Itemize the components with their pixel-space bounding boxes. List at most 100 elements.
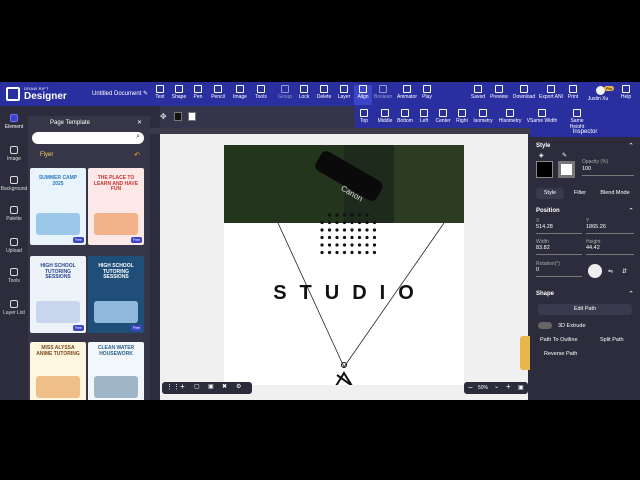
opacity-input[interactable]: 100 <box>582 166 634 176</box>
grid-icon[interactable]: ⋮⋮ <box>166 383 180 391</box>
stroke-color-swatch[interactable] <box>558 161 575 178</box>
align-left[interactable]: Left <box>417 109 431 129</box>
zoom-level[interactable]: 50% <box>478 385 488 391</box>
move-icon[interactable]: ✥ <box>160 112 167 121</box>
sidebar-item-background[interactable]: Background <box>0 176 28 192</box>
inspector-collapse-tab[interactable] <box>520 336 530 370</box>
studio-headline[interactable]: STUDIO <box>224 282 464 305</box>
grid-dot <box>372 235 377 240</box>
align-right[interactable]: Right <box>455 109 469 129</box>
export-ani-button[interactable]: Export ANI <box>538 85 564 105</box>
tool-layer[interactable]: Layer <box>336 85 352 105</box>
grid-dot <box>320 243 324 247</box>
sidebar-item-palette[interactable]: Palette <box>0 206 28 222</box>
split-path-button[interactable]: Split Path <box>600 337 624 343</box>
tool-delete[interactable]: Delete <box>314 85 334 105</box>
template-thumb[interactable]: THE PLACE TO LEARN AND HAVE FUN Free <box>88 168 144 245</box>
align-center-icon <box>439 109 447 117</box>
reverse-path-button[interactable]: Reverse Path <box>544 351 577 357</box>
page-copy-icon[interactable]: ▣ <box>208 383 214 390</box>
duplicate-page-icon[interactable]: ▢ <box>194 383 200 390</box>
grid-dot <box>335 243 339 247</box>
flip-vertical-icon[interactable]: ⇵ <box>622 268 627 275</box>
sidebar-item-tools[interactable]: Tools <box>0 268 28 284</box>
template-thumb[interactable]: SUMMER CAMP 2025 Free <box>30 168 86 245</box>
chevron-up-icon[interactable]: ⌃ <box>628 290 634 298</box>
isometry[interactable]: Isometry <box>471 109 495 129</box>
template-thumb[interactable]: HIGH SCHOOL TUTORING SESSIONS Free <box>30 256 86 333</box>
template-thumb[interactable]: HIGH SCHOOL TUTORING SESSIONS Free <box>88 256 144 333</box>
sidebar-item-image[interactable]: Image <box>0 146 28 162</box>
align-bottom[interactable]: Bottom <box>395 109 415 129</box>
dot-grid[interactable] <box>320 213 377 255</box>
fill-bucket-icon[interactable]: ◈ <box>539 152 544 159</box>
upload-icon <box>10 238 18 246</box>
rotation-dial[interactable] <box>588 264 602 278</box>
tool-tools[interactable]: Tools <box>252 85 270 105</box>
bottom-logo[interactable] <box>335 362 353 386</box>
same-height-icon <box>573 109 581 117</box>
fit-screen-icon[interactable]: ▣ <box>518 384 524 391</box>
y-input[interactable]: 1865.26 <box>586 224 634 234</box>
thumb-title: HIGH SCHOOL TUTORING SESSIONS <box>98 263 134 280</box>
tool-shape[interactable]: Shape <box>170 85 188 105</box>
template-thumb[interactable]: CLEAN WATER HOUSEWORK <box>88 342 144 400</box>
fill-color-swatch[interactable] <box>536 161 553 178</box>
tool-play[interactable]: Play <box>420 85 434 105</box>
page-settings-icon[interactable]: ⚙ <box>236 383 241 390</box>
tab-filter[interactable]: Filter <box>566 188 594 199</box>
chevron-down-icon[interactable]: ⌄ <box>494 383 499 390</box>
align-top[interactable]: Top <box>357 109 371 129</box>
template-search[interactable]: ⌕ <box>32 132 144 150</box>
tool-align[interactable]: Align <box>354 85 372 105</box>
trash-icon[interactable]: ✖ <box>222 383 227 390</box>
sidebar-item-layer-list[interactable]: Layer List <box>0 300 28 316</box>
align-middle[interactable]: Middle <box>375 109 395 129</box>
same-height[interactable]: Same Height <box>563 109 591 130</box>
x-input[interactable]: 514.28 <box>536 224 582 234</box>
rotation-input[interactable]: 0 <box>536 267 582 277</box>
tool-pencil[interactable]: Pencil <box>208 85 228 105</box>
document-name[interactable]: Untitled Document ✎ <box>92 90 148 97</box>
flip-horizontal-icon[interactable]: ⇋ <box>608 268 613 275</box>
search-input[interactable] <box>38 138 134 150</box>
fill-swatch[interactable] <box>174 112 182 121</box>
search-icon[interactable]: ⌕ <box>136 133 140 141</box>
align-center[interactable]: Center <box>433 109 453 129</box>
tool-lock[interactable]: Lock <box>296 85 312 105</box>
tool-group[interactable]: Group <box>276 85 294 105</box>
tool-boolean[interactable]: Boolean <box>373 85 393 105</box>
artboard[interactable]: Canon STUDIO <box>224 145 464 385</box>
sidebar-item-element[interactable]: Element <box>0 114 28 130</box>
template-thumb[interactable]: MISS ALYSSA ANIME TUTORING <box>30 342 86 400</box>
edit-path-button[interactable]: Edit Path <box>538 304 632 315</box>
download-button[interactable]: Download <box>511 85 537 105</box>
width-input[interactable]: 83.82 <box>536 245 582 255</box>
back-arrow-icon[interactable]: ↶ <box>134 151 140 159</box>
zoom-out-icon[interactable]: − <box>468 383 473 392</box>
tab-blend-mode[interactable]: Blend Mode <box>594 188 636 199</box>
path-to-outline-button[interactable]: Path To Outline <box>540 337 578 343</box>
sidebar-item-upload[interactable]: Upload <box>0 238 28 254</box>
zoom-in-icon[interactable]: + <box>506 382 511 391</box>
chevron-up-icon[interactable]: ⌃ <box>628 207 634 215</box>
stroke-swatch[interactable] <box>188 112 196 121</box>
h-isometry[interactable]: HIsometry <box>497 109 523 129</box>
tab-style[interactable]: Style <box>536 188 564 199</box>
add-page-icon[interactable]: + <box>180 382 185 391</box>
3d-extrude-toggle[interactable] <box>538 322 552 329</box>
print-button[interactable]: Print <box>566 85 580 105</box>
height-input[interactable]: 44.42 <box>586 245 634 255</box>
help-icon <box>622 85 630 93</box>
preview-button[interactable]: Preview <box>488 85 510 105</box>
close-icon[interactable]: ✕ <box>137 119 142 126</box>
tool-image[interactable]: Image <box>230 85 250 105</box>
tool-pen[interactable]: Pen <box>190 85 206 105</box>
tool-text[interactable]: Text <box>152 85 168 105</box>
tool-animator[interactable]: Animator <box>395 85 419 105</box>
chevron-up-icon[interactable]: ⌃ <box>628 142 634 150</box>
brush-icon[interactable]: ✎ <box>562 152 567 159</box>
help-button[interactable]: Help <box>618 85 634 105</box>
y-value: 1865.26 <box>586 224 606 230</box>
vsame-width[interactable]: VSame Width <box>523 109 561 129</box>
